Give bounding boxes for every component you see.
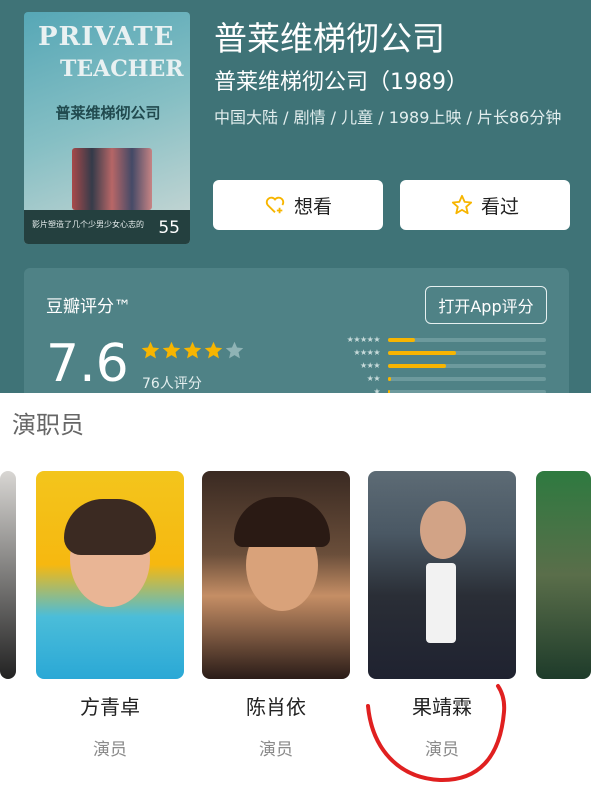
red-annotation-circle (366, 684, 507, 783)
